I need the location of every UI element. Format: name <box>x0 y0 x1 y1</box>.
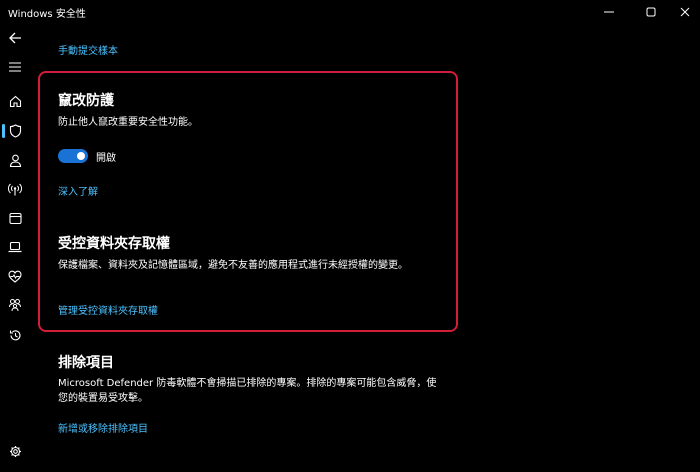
navigation-rail <box>0 24 30 472</box>
gear-icon <box>9 445 21 457</box>
maximize-icon <box>646 7 656 17</box>
tamper-protection-toggle[interactable] <box>58 149 88 163</box>
window-title: Windows 安全性 <box>8 9 86 20</box>
nav-family-options[interactable] <box>0 292 30 318</box>
learn-more-link[interactable]: 深入了解 <box>58 183 98 198</box>
nav-app-browser-control[interactable] <box>0 205 30 231</box>
history-icon <box>9 329 21 340</box>
title-bar: Windows 安全性 <box>0 0 700 24</box>
shield-icon <box>9 124 21 138</box>
nav-device-performance[interactable] <box>0 263 30 289</box>
close-icon <box>680 7 690 17</box>
back-arrow-icon <box>9 32 21 44</box>
controlled-folder-access-title: 受控資料夾存取權 <box>58 236 170 252</box>
toggle-knob <box>77 152 85 160</box>
add-remove-exclusions-link[interactable]: 新增或移除排除項目 <box>58 420 148 435</box>
tamper-protection-toggle-label: 開啟 <box>96 153 116 164</box>
minimize-icon <box>604 11 614 13</box>
close-button[interactable] <box>662 0 700 24</box>
wireless-antenna-icon <box>8 183 22 195</box>
nav-protection-history[interactable] <box>0 322 30 348</box>
nav-virus-protection[interactable] <box>0 118 30 144</box>
tamper-protection-description: 防止他人竄改重要安全性功能。 <box>58 117 198 128</box>
nav-firewall[interactable] <box>0 176 30 202</box>
submit-sample-link[interactable]: 手動提交樣本 <box>58 42 118 57</box>
home-icon <box>9 95 21 107</box>
minimize-button[interactable] <box>586 0 632 24</box>
nav-home[interactable] <box>0 88 30 114</box>
exclusions-description: Microsoft Defender 防毒軟體不會掃描已排除的專案。排除的專案可… <box>58 378 437 404</box>
heart-pulse-icon <box>8 270 22 283</box>
exclusions-title: 排除項目 <box>58 355 114 371</box>
person-icon <box>9 154 21 167</box>
tamper-protection-title: 竄改防護 <box>58 93 114 109</box>
menu-button[interactable] <box>0 54 30 80</box>
family-icon <box>9 299 21 312</box>
nav-settings[interactable] <box>0 438 30 464</box>
nav-account-protection[interactable] <box>0 147 30 173</box>
highlight-frame <box>38 71 458 332</box>
back-button[interactable] <box>0 25 30 51</box>
app-browser-icon <box>8 212 22 224</box>
nav-device-security[interactable] <box>0 234 30 260</box>
controlled-folder-access-description: 保護檔案、資料夾及記憶體區域，避免不友善的應用程式進行未經授權的變更。 <box>58 260 408 271</box>
manage-controlled-folder-access-link[interactable]: 管理受控資料夾存取權 <box>58 302 158 317</box>
laptop-icon <box>8 241 22 253</box>
hamburger-menu-icon <box>9 62 21 72</box>
